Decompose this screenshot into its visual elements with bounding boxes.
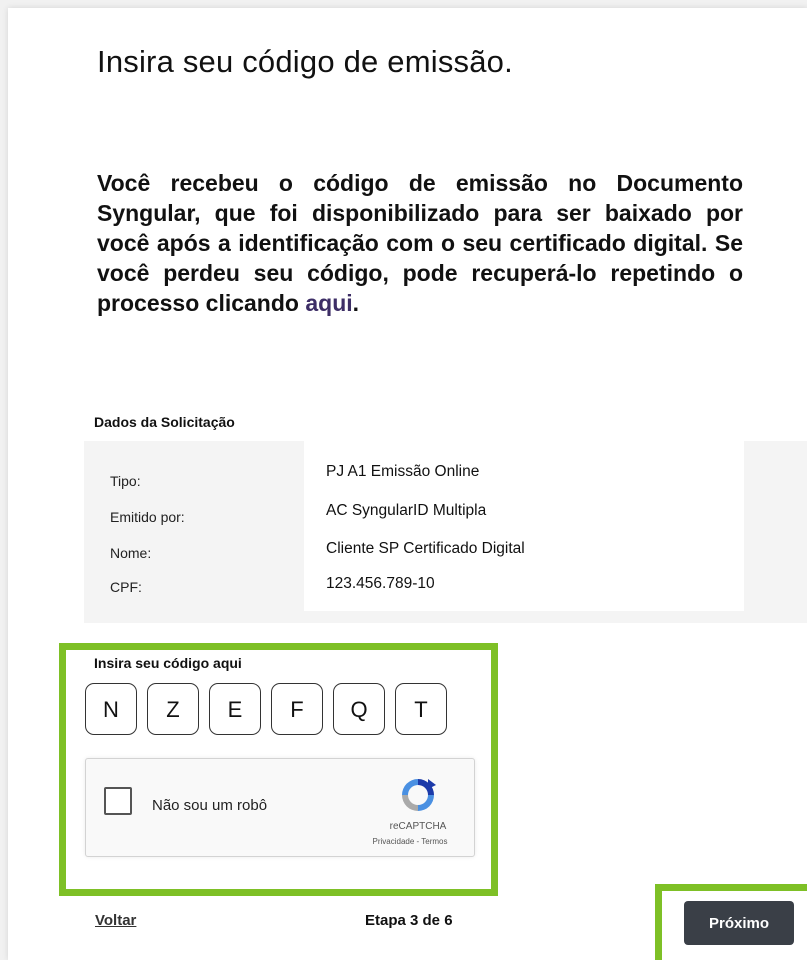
code-char-5[interactable]: Q <box>333 683 385 735</box>
back-link[interactable]: Voltar <box>95 912 136 929</box>
code-char-3[interactable]: E <box>209 683 261 735</box>
row-label-nome: Nome: <box>110 545 152 561</box>
code-char-2[interactable]: Z <box>147 683 199 735</box>
recaptcha-brand: reCAPTCHA <box>389 821 447 832</box>
next-button[interactable]: Próximo <box>684 901 794 945</box>
step-indicator: Etapa 3 de 6 <box>365 912 453 929</box>
request-details-panel: Tipo: PJ A1 Emissão Online Emitido por: … <box>84 441 807 623</box>
code-char-1[interactable]: N <box>85 683 137 735</box>
row-value-emitido: AC SyngularID Multipla <box>326 502 487 519</box>
row-label-cpf: CPF: <box>110 579 142 595</box>
request-section-title: Dados da Solicitação <box>94 414 235 430</box>
code-char-4[interactable]: F <box>271 683 323 735</box>
row-label-tipo: Tipo: <box>110 473 141 489</box>
row-label-emitido: Emitido por: <box>110 509 185 525</box>
recaptcha-privacy-terms[interactable]: Privacidade - Termos <box>356 837 464 846</box>
intro-text-end: . <box>352 290 360 316</box>
intro-text: Você recebeu o código de emissão no Docu… <box>97 170 743 316</box>
recaptcha-label: Não sou um robô <box>152 797 268 814</box>
row-value-tipo: PJ A1 Emissão Online <box>326 463 480 480</box>
row-value-cpf: 123.456.789-10 <box>326 575 435 592</box>
recaptcha-widget: Não sou um robô reCAPTCHA Privacidade - … <box>85 758 475 857</box>
intro-paragraph: Você recebeu o código de emissão no Docu… <box>97 168 743 318</box>
row-value-nome: Cliente SP Certificado Digital <box>326 540 525 557</box>
recaptcha-logo-icon <box>402 779 436 811</box>
page-title: Insira seu código de emissão. <box>97 44 513 79</box>
code-char-6[interactable]: T <box>395 683 447 735</box>
recaptcha-checkbox[interactable] <box>104 787 132 815</box>
recover-code-link[interactable]: aqui <box>305 290 352 316</box>
code-input-label: Insira seu código aqui <box>94 655 242 671</box>
